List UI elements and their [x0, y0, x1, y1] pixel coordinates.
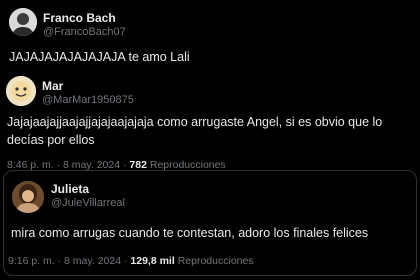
author-handle[interactable]: @MarMar1950875 [42, 94, 134, 106]
avatar-julieta[interactable] [12, 181, 44, 213]
author-name[interactable]: Mar [42, 79, 63, 93]
author-handle[interactable]: @FrancoBach07 [43, 26, 126, 38]
author-name[interactable]: Franco Bach [43, 11, 116, 25]
avatar-mar[interactable] [6, 76, 36, 106]
post-time[interactable]: 9:16 p. m. [8, 255, 55, 267]
avatar-julieta-image [12, 181, 44, 213]
post-mar: Mar @MarMar1950875 Jajajaajajjaajajjajaj… [0, 70, 420, 180]
post-date[interactable]: 8 may. 2024 [64, 255, 121, 267]
post-franco: Franco Bach @FrancoBach07 JAJAJAJAJAJAJA… [0, 0, 420, 70]
view-label: Reproducciones [177, 255, 254, 267]
meta-separator: · [123, 255, 128, 267]
post-julieta: Julieta @JuleVillarreal mira como arruga… [3, 170, 417, 276]
meta-separator: · [57, 255, 62, 267]
avatar-mar-image [6, 76, 36, 106]
post-text: mira como arrugas cuando te contestan, a… [11, 226, 369, 240]
author-handle[interactable]: @JuleVillarreal [51, 197, 125, 209]
post-meta: 9:16 p. m. · 8 may. 2024 · 129,8 mil Rep… [8, 255, 254, 267]
avatar-franco[interactable] [9, 8, 37, 36]
post-text: JAJAJAJAJAJAJAJA te amo Lali [9, 50, 190, 64]
avatar-franco-image [9, 8, 37, 36]
view-count: 129,8 mil [130, 255, 175, 267]
author-name[interactable]: Julieta [51, 182, 89, 196]
post-text: Jajajaajajjaajajjajajaajajaja como arrug… [7, 115, 383, 147]
